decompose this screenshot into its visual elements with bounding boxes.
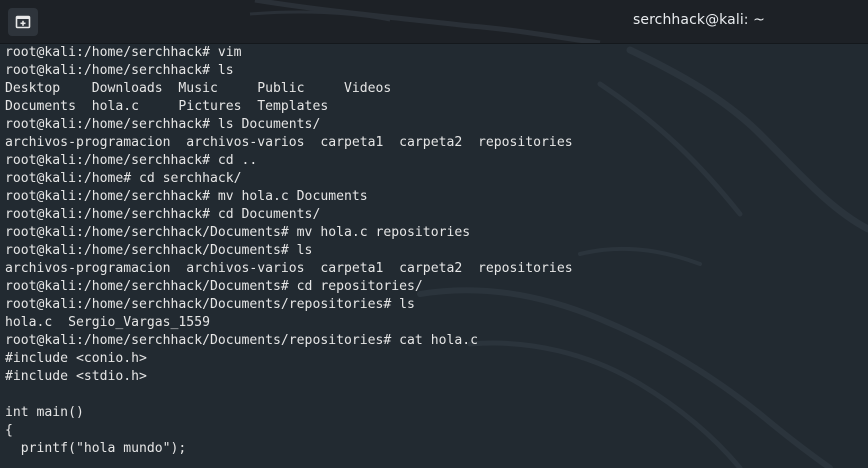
terminal-line: root@kali:/home/serchhack/Documents/repo… <box>5 333 478 348</box>
terminal-window: serchhack@kali: ~ root@kali:/home/serchh… <box>0 0 868 468</box>
terminal-line: root@kali:/home/serchhack/Documents# ls <box>5 243 313 258</box>
window-title: serchhack@kali: ~ <box>633 12 765 28</box>
terminal-line: Documents hola.c Pictures Templates <box>5 99 329 114</box>
terminal-line: archivos-programacion archivos-varios ca… <box>5 261 573 276</box>
terminal-line: root@kali:/home# cd serchhack/ <box>5 171 242 186</box>
terminal-line: hola.c Sergio_Vargas_1559 <box>5 315 210 330</box>
terminal-line: Desktop Downloads Music Public Videos <box>5 81 392 96</box>
terminal-line: int main() <box>5 405 84 420</box>
terminal-line: root@kali:/home/serchhack# ls <box>5 63 234 78</box>
terminal-line: #include <stdio.h> <box>5 369 147 384</box>
title-bar[interactable]: serchhack@kali: ~ <box>0 0 868 44</box>
terminal-line: root@kali:/home/serchhack/Documents# mv … <box>5 225 471 240</box>
terminal-area[interactable]: root@kali:/home/serchhack# vim root@kali:… <box>0 44 868 468</box>
terminal-line: { <box>5 423 13 438</box>
terminal-line: root@kali:/home/serchhack/Documents# cd … <box>5 279 423 294</box>
terminal-line: root@kali:/home/serchhack# cd Documents/ <box>5 207 321 222</box>
terminal-line: #include <conio.h> <box>5 351 147 366</box>
terminal-line: root@kali:/home/serchhack# ls Documents/ <box>5 117 321 132</box>
terminal-line: archivos-programacion archivos-varios ca… <box>5 135 573 150</box>
terminal-line: printf("hola mundo"); <box>5 441 187 456</box>
terminal-line: root@kali:/home/serchhack# mv hola.c Doc… <box>5 189 368 204</box>
terminal-line: root@kali:/home/serchhack/Documents/repo… <box>5 297 415 312</box>
terminal-output: root@kali:/home/serchhack# vim root@kali:… <box>5 44 573 458</box>
terminal-line: root@kali:/home/serchhack# vim <box>5 45 242 60</box>
terminal-line: root@kali:/home/serchhack# cd .. <box>5 153 258 168</box>
